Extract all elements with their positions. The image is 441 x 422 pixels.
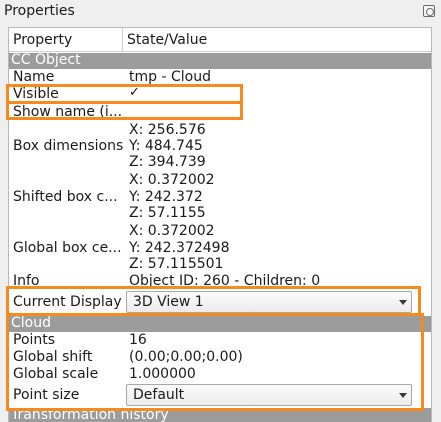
column-header-value-label: State/Value [127,32,208,48]
current-display-dropdown[interactable]: 3D View 1 [126,291,412,313]
current-display-value: 3D View 1 [133,294,204,310]
float-window-icon[interactable] [423,5,435,17]
global-box-y: Y: 242.372498 [129,240,230,256]
properties-table: Property State/Value CC Object Name tmp … [8,27,432,422]
panel-title: Properties [4,3,75,19]
section-cc-object: CC Object [9,52,431,69]
section-cc-object-label: CC Object [11,52,81,68]
section-transformation-history: Transformation history [9,407,431,422]
global-scale-label: Global scale [13,366,99,382]
chevron-down-icon [399,300,407,305]
points-value: 16 [129,332,147,348]
visible-checkbox[interactable]: ✓ [128,85,141,101]
section-cloud-label: Cloud [11,315,51,331]
box-dimensions-label: Box dimensions [13,138,124,154]
name-value[interactable]: tmp - Cloud [129,69,211,85]
box-dimensions-y: Y: 484.745 [129,138,203,154]
properties-title-bar: Properties [0,0,441,24]
global-box-z: Z: 57.115501 [129,256,224,272]
global-shift-label: Global shift [13,349,93,365]
global-shift-value: (0.00;0.00;0.00) [129,349,243,365]
point-size-value: Default [133,387,185,403]
show-name-checkbox[interactable] [128,105,141,118]
info-value: Object ID: 260 - Children: 0 [129,273,321,289]
current-display-label: Current Display [13,294,122,310]
point-size-dropdown[interactable]: Default [126,384,412,406]
points-label: Points [13,332,56,348]
shifted-box-label: Shifted box c... [13,189,118,205]
shifted-box-y: Y: 242.372 [129,189,203,205]
column-header-property[interactable]: Property [9,28,123,52]
chevron-down-icon [399,393,407,398]
global-box-label: Global box ce... [13,240,122,256]
section-transformation-history-label: Transformation history [11,407,169,422]
global-box-x: X: 0.372002 [129,223,215,239]
box-dimensions-z: Z: 394.739 [129,154,206,170]
info-label: Info [13,273,40,289]
column-header-value[interactable]: State/Value [123,28,431,52]
shifted-box-z: Z: 57.1155 [129,205,206,221]
checkmark-icon: ✓ [129,85,140,100]
global-scale-value: 1.000000 [129,366,196,382]
show-name-label: Show name (i... [13,104,123,120]
point-size-label: Point size [13,387,80,403]
visible-label: Visible [13,86,59,102]
box-dimensions-x: X: 256.576 [129,122,206,138]
column-header-property-label: Property [13,32,73,48]
shifted-box-x: X: 0.372002 [129,172,215,188]
section-cloud: Cloud [9,315,431,332]
name-label: Name [13,69,55,85]
